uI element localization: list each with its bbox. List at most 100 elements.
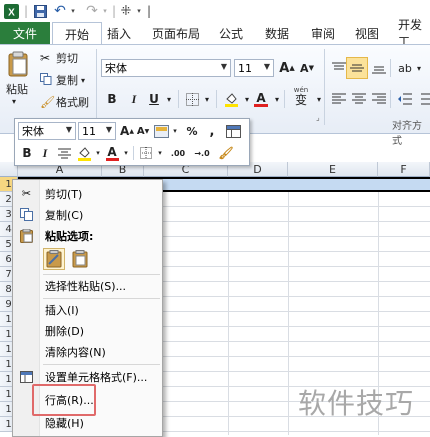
undo-dropdown-icon[interactable]: ▾ (68, 3, 78, 19)
mini-center-icon[interactable] (55, 144, 73, 162)
tab-file[interactable]: 文件 (0, 22, 50, 44)
chevron-down-icon[interactable]: ▼ (221, 62, 227, 71)
decrease-indent-icon[interactable] (396, 90, 414, 108)
paste-label[interactable]: 粘贴 (6, 81, 28, 97)
menu-item-label: 隐藏(H) (45, 416, 84, 430)
column-header-f[interactable]: F (378, 162, 430, 177)
toolbar-separator (284, 90, 285, 108)
paste-icon[interactable] (4, 51, 32, 77)
font-size-value: 11 (238, 61, 252, 75)
align-left-icon[interactable] (330, 90, 348, 108)
mini-bold-button[interactable]: B (18, 144, 36, 162)
menu-item-label: 插入(I) (45, 303, 79, 317)
menu-item-delete[interactable]: 删除(D) (13, 321, 162, 340)
save-icon[interactable] (32, 3, 48, 19)
qat-customize-icon[interactable]: | (145, 3, 153, 19)
quick-access-toolbar: X | ↶ ▾ ↷ ▾ | ⁜ ▾ | (0, 0, 430, 23)
toolbar-separator (216, 90, 217, 108)
tab-review[interactable]: 审阅 (308, 22, 338, 44)
align-middle-icon[interactable] (346, 57, 368, 79)
cut-label: 剪切 (56, 52, 78, 65)
increase-decimal-button[interactable]: .00 (167, 144, 189, 162)
chevron-down-icon[interactable]: ▼ (66, 125, 72, 134)
menu-item-copy[interactable]: 复制(C) (13, 205, 162, 224)
cut-button[interactable]: ✂ 剪切 (40, 50, 78, 66)
mini-toolbar: 宋体 ▼ 11 ▼ A ▲ A ▼ ▾ % , B I ▾ A ▾ ▾ .00 →.… (14, 118, 250, 166)
font-name-combo[interactable]: 宋体 ▼ (101, 59, 231, 77)
comma-style-button[interactable]: , (203, 122, 221, 140)
mini-shrink-font-icon[interactable]: A ▼ (134, 122, 152, 140)
italic-button[interactable]: I (125, 90, 143, 108)
menu-item-insert[interactable]: 插入(I) (13, 300, 162, 319)
increase-indent-icon[interactable] (414, 90, 430, 108)
menu-separator (43, 364, 160, 365)
chevron-down-icon[interactable]: ▼ (264, 62, 270, 71)
tab-insert[interactable]: 插入 (104, 22, 134, 44)
scissors-icon: ✂ (21, 187, 32, 200)
toolbar-separator (133, 146, 134, 160)
scissors-icon: ✂ (40, 51, 51, 65)
mini-font-name-value: 宋体 (22, 125, 44, 138)
decrease-decimal-button[interactable]: →.0 (191, 144, 213, 162)
copy-icon (40, 72, 56, 88)
mini-font-name-combo[interactable]: 宋体 ▼ (18, 122, 76, 140)
copy-dropdown-icon[interactable]: ▾ (81, 76, 85, 85)
tab-home[interactable]: 开始 (52, 22, 102, 45)
column-header-e[interactable]: E (288, 162, 378, 177)
paste-option-keep-format-icon[interactable] (43, 248, 65, 270)
orientation-dropdown-icon[interactable]: ▾ (410, 59, 428, 77)
phonetic-dropdown-icon[interactable]: ▾ (310, 90, 328, 108)
svg-text:X: X (8, 7, 15, 18)
menu-item-label: 选择性粘贴(S)... (45, 279, 127, 293)
phonetic-guide-icon[interactable]: wén 变 (290, 87, 312, 107)
chevron-down-icon[interactable]: ▼ (106, 125, 112, 134)
mini-font-size-combo[interactable]: 11 ▼ (78, 122, 116, 140)
align-bottom-icon[interactable] (370, 59, 388, 77)
menu-item-cut[interactable]: ✂ 剪切(T) (13, 184, 162, 203)
copy-button[interactable]: 复制 ▾ (40, 72, 85, 88)
menu-item-label: 删除(D) (45, 324, 85, 338)
menu-item-label: 剪切(T) (45, 187, 83, 201)
tab-page-layout[interactable]: 页面布局 (148, 22, 204, 44)
mini-format-painter-icon[interactable]: 🖌 (217, 144, 235, 162)
borders-dropdown-icon[interactable]: ▾ (198, 90, 216, 108)
menu-item-paste-special[interactable]: 选择性粘贴(S)... (13, 276, 162, 295)
mini-italic-button[interactable]: I (36, 144, 54, 162)
format-cells-icon[interactable] (224, 122, 242, 140)
qat-more-dropdown-icon[interactable]: ▾ (134, 3, 144, 19)
mini-font-size-value: 11 (82, 124, 96, 138)
tab-formulas[interactable]: 公式 (216, 22, 246, 44)
tab-data[interactable]: 数据 (262, 22, 292, 44)
qat-separator: | (23, 4, 29, 18)
menu-item-label: 复制(C) (45, 208, 84, 222)
align-center-icon[interactable] (350, 90, 368, 108)
tab-view[interactable]: 视图 (352, 22, 382, 44)
menu-item-label: 清除内容(N) (45, 345, 106, 359)
font-dialog-launcher-icon[interactable]: ⌟ (316, 113, 320, 122)
format-painter-button[interactable]: 🖌 格式刷 (40, 94, 89, 110)
redo-dropdown-icon[interactable]: ▾ (100, 3, 110, 19)
format-painter-icon: 🖌 (40, 95, 56, 109)
menu-separator (43, 274, 160, 275)
toolbar-separator (178, 90, 179, 108)
percent-style-button[interactable]: % (183, 122, 201, 140)
grow-font-icon[interactable]: A ▲ (278, 59, 296, 77)
undo-icon[interactable]: ↶ (52, 3, 68, 19)
align-right-icon[interactable] (370, 90, 388, 108)
tab-developer[interactable]: 开发工 (398, 18, 430, 49)
format-brush-icon[interactable]: ⁜ (118, 3, 134, 19)
menu-item-clear-contents[interactable]: 清除内容(N) (13, 342, 162, 361)
format-cells-icon (19, 369, 34, 384)
bold-button[interactable]: B (103, 90, 121, 108)
mini-cell-style-dropdown-icon[interactable]: ▾ (166, 122, 184, 140)
shrink-font-icon[interactable]: A ▼ (298, 59, 316, 77)
underline-dropdown-icon[interactable]: ▾ (160, 90, 178, 108)
alignment-group-label: 对齐方式 (392, 121, 422, 147)
paste-dropdown-icon[interactable]: ▾ (12, 97, 16, 106)
redo-icon[interactable]: ↷ (84, 3, 100, 19)
toolbar-separator (390, 59, 391, 77)
copy-label: 复制 (56, 74, 78, 87)
format-painter-label: 格式刷 (56, 96, 89, 109)
paste-option-paste-icon[interactable] (69, 248, 91, 270)
font-size-combo[interactable]: 11 ▼ (234, 59, 274, 77)
